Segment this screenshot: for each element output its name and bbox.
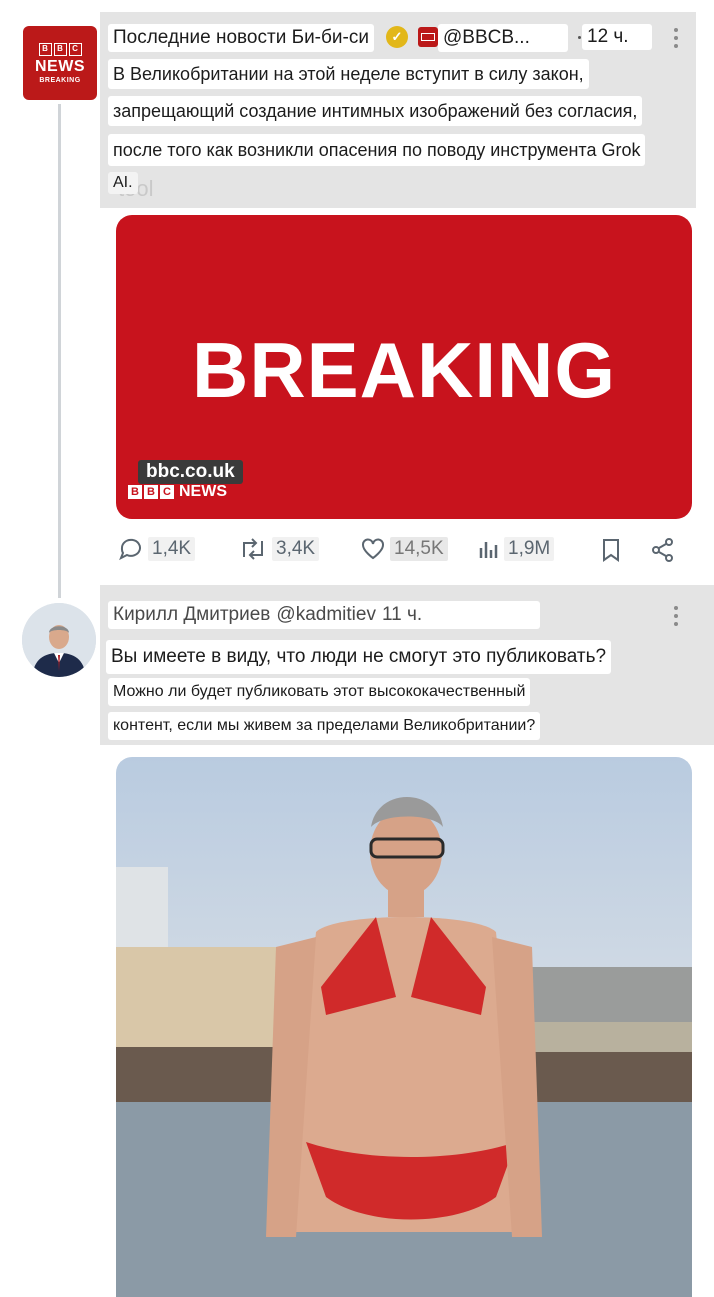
bookmark-button[interactable] [600,537,622,563]
reply-author-line[interactable]: Кирилл Дмитриев @kadmitiev 11 ч. [108,601,540,629]
like-icon [362,538,384,560]
repost-button[interactable]: 3,4K [238,537,320,561]
person-silhouette-icon [22,603,96,677]
bbc-url-tag: bbc.co.uk [138,460,243,484]
author-handle[interactable]: @BBCB... [438,24,568,52]
reply-text-line-3: контент, если мы живем за пределами Вели… [108,712,541,740]
avatar-news-text: NEWS [35,57,85,75]
bbc-news-avatar[interactable]: BBC NEWS BREAKING [23,26,97,100]
post-text-line-2: запрещающий создание интимных изображени… [108,96,643,126]
reply-author-handle: @kadmitiev [276,604,376,625]
post-text-line-4: AI. [108,172,138,194]
repost-count: 3,4K [272,537,320,561]
author-display-name[interactable]: Последние новости Би-би-си [108,24,374,52]
bbc-logo-icon: BBC [38,42,82,56]
reply-text-line-2: Можно ли будет публиковать этот высокока… [108,678,531,706]
views-icon [479,542,498,558]
brand-letter-3: C [160,485,174,499]
breaking-headline: BREAKING [191,326,616,414]
separator-dot [578,36,581,39]
post-time: 12 ч. [582,24,652,50]
reply-count: 1,4K [148,537,196,561]
like-button[interactable]: 14,5K [360,537,448,561]
reply-text-line-1: Вы имеете в виду, что люди не смогут это… [106,640,612,674]
bbc-news-brand: B B C NEWS [128,483,227,501]
views-button[interactable]: 1,9M [478,537,555,561]
reply-photo[interactable] [116,757,692,1297]
bookmark-icon [603,539,619,562]
more-icon[interactable] [674,28,678,48]
reply-time: 11 ч. [381,604,423,625]
reply-author-name: Кирилл Дмитриев [113,604,271,625]
repost-icon [243,538,263,560]
post-text-line-1: В Великобритании на этой неделе вступит … [108,59,589,89]
bbc-affiliate-icon [418,27,438,47]
photo-scene [116,797,692,1297]
brand-news-text: NEWS [179,483,227,500]
like-count: 14,5K [390,537,448,561]
views-count: 1,9M [504,537,555,561]
verified-badge-icon: ✓ [386,26,408,48]
avatar-breaking-text: BREAKING [39,76,81,84]
share-icon [652,538,673,562]
bbc-url-text: bbc.co.uk [138,460,243,484]
reply-button[interactable]: 1,4K [118,537,196,561]
thread-connector [58,104,61,598]
post-text-line-3: после того как возникли опасения по пово… [108,134,646,166]
share-button[interactable] [650,537,676,563]
post-actions-bar: 1,4K 3,4K 14,5K 1,9M [0,537,714,567]
author-avatar[interactable] [22,603,96,677]
reply-icon [119,538,141,561]
brand-letter-2: B [144,485,158,499]
more-icon-2[interactable] [674,606,678,626]
brand-letter-1: B [128,485,142,499]
